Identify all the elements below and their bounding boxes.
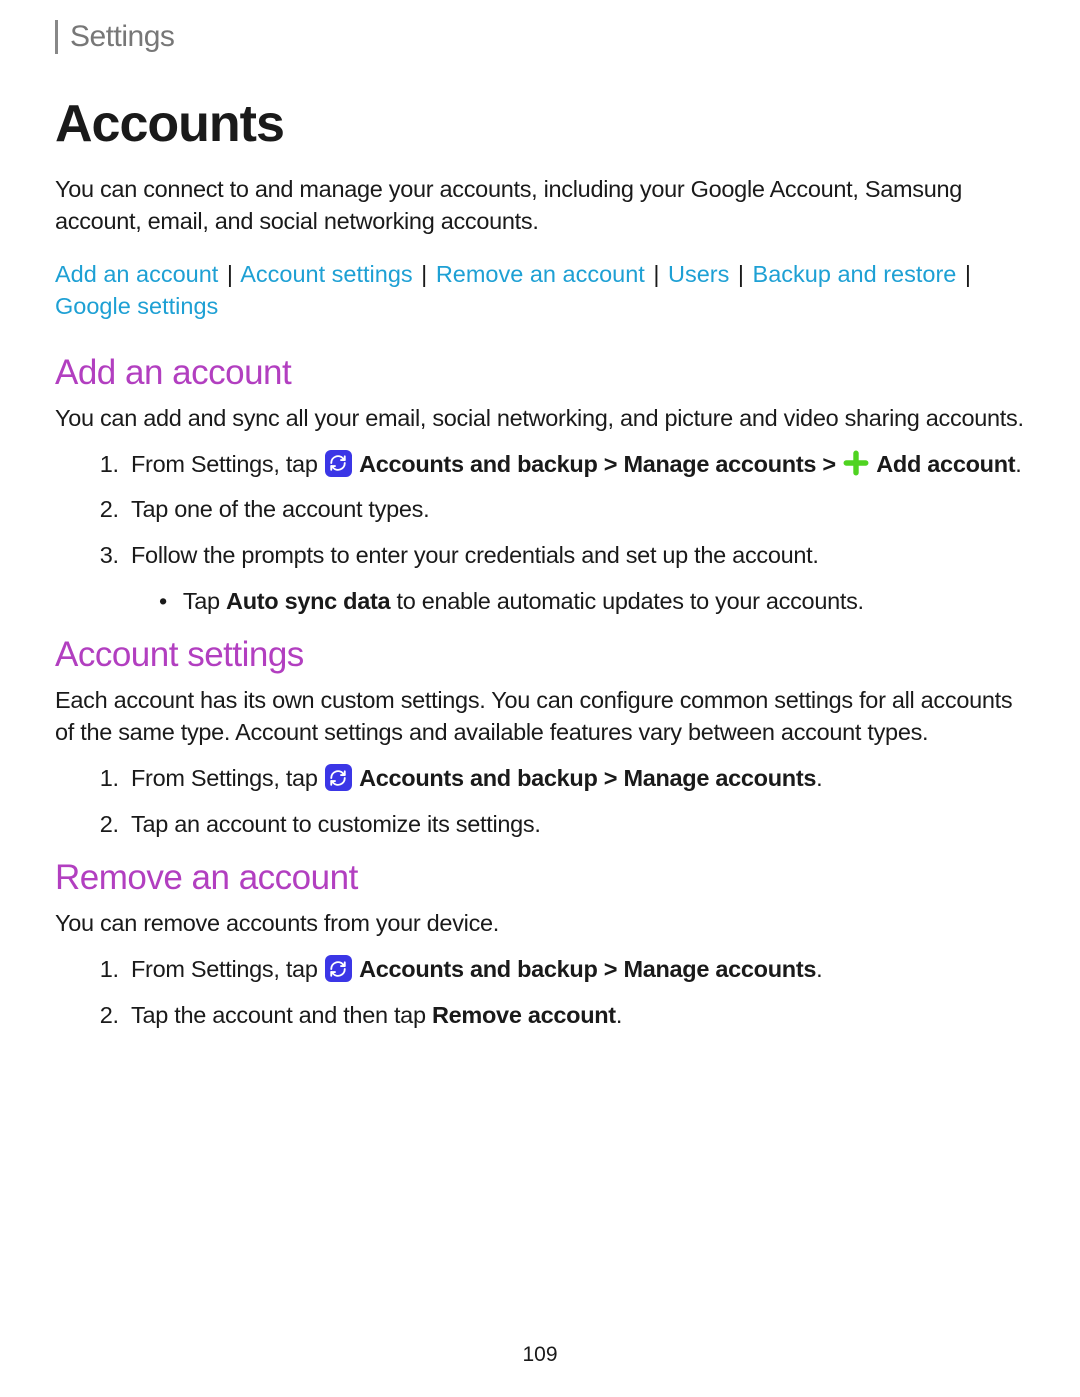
step-text: From Settings, tap bbox=[131, 765, 324, 791]
body-remove-account: You can remove accounts from your device… bbox=[55, 908, 1025, 940]
toc-separator: | bbox=[651, 261, 661, 287]
step-bold: Accounts and backup bbox=[359, 956, 597, 982]
toc-link-users[interactable]: Users bbox=[668, 261, 729, 287]
page-title: Accounts bbox=[55, 94, 1025, 154]
step-bold: Accounts and backup bbox=[359, 765, 597, 791]
step-bold: Manage accounts bbox=[623, 765, 816, 791]
step-sep: > bbox=[598, 451, 624, 477]
step-item: Tap one of the account types. bbox=[125, 494, 1025, 526]
steps-remove-account: From Settings, tap Accounts and backup >… bbox=[55, 954, 1025, 1031]
toc-link-add-account[interactable]: Add an account bbox=[55, 261, 218, 287]
sync-icon bbox=[325, 450, 352, 477]
intro-paragraph: You can connect to and manage your accou… bbox=[55, 174, 1025, 237]
body-add-account: You can add and sync all your email, soc… bbox=[55, 403, 1025, 435]
step-bold: Manage accounts bbox=[623, 451, 816, 477]
step-sep: > bbox=[598, 765, 624, 791]
step-text: Tap the account and then tap bbox=[131, 1002, 432, 1028]
breadcrumb: Settings bbox=[70, 20, 174, 53]
heading-account-settings: Account settings bbox=[55, 635, 1025, 675]
step-bold: Accounts and backup bbox=[359, 451, 597, 477]
substep-text: to enable automatic updates to your acco… bbox=[390, 588, 863, 614]
table-of-contents: Add an account | Account settings | Remo… bbox=[55, 259, 1025, 322]
step-sep: > bbox=[816, 451, 842, 477]
step-period: . bbox=[1015, 451, 1021, 477]
toc-separator: | bbox=[963, 261, 973, 287]
step-text: . bbox=[616, 1002, 622, 1028]
step-text: Follow the prompts to enter your credent… bbox=[131, 542, 819, 568]
body-account-settings: Each account has its own custom settings… bbox=[55, 685, 1025, 748]
toc-separator: | bbox=[225, 261, 235, 287]
step-bold: Add account bbox=[876, 451, 1015, 477]
toc-link-backup-restore[interactable]: Backup and restore bbox=[753, 261, 957, 287]
toc-separator: | bbox=[736, 261, 746, 287]
step-item: From Settings, tap Accounts and backup >… bbox=[125, 763, 1025, 795]
steps-account-settings: From Settings, tap Accounts and backup >… bbox=[55, 763, 1025, 840]
substep-bold: Auto sync data bbox=[226, 588, 390, 614]
sync-icon bbox=[325, 955, 352, 982]
step-period: . bbox=[816, 956, 822, 982]
step-item: From Settings, tap Accounts and backup >… bbox=[125, 449, 1025, 481]
heading-add-account: Add an account bbox=[55, 353, 1025, 393]
step-bold: Remove account bbox=[432, 1002, 616, 1028]
step-bold: Manage accounts bbox=[623, 956, 816, 982]
toc-link-account-settings[interactable]: Account settings bbox=[240, 261, 412, 287]
plus-icon bbox=[843, 450, 869, 476]
toc-link-google-settings[interactable]: Google settings bbox=[55, 293, 218, 319]
sync-icon bbox=[325, 764, 352, 791]
toc-separator: | bbox=[419, 261, 429, 287]
step-period: . bbox=[816, 765, 822, 791]
substeps: Tap Auto sync data to enable automatic u… bbox=[131, 586, 1025, 618]
page-number: 109 bbox=[0, 1343, 1080, 1367]
toc-link-remove-account[interactable]: Remove an account bbox=[436, 261, 645, 287]
breadcrumb-container: Settings bbox=[55, 20, 1025, 54]
substep-item: Tap Auto sync data to enable automatic u… bbox=[159, 586, 1025, 618]
substep-text: Tap bbox=[183, 588, 226, 614]
step-item: Follow the prompts to enter your credent… bbox=[125, 540, 1025, 617]
steps-add-account: From Settings, tap Accounts and backup >… bbox=[55, 449, 1025, 618]
step-sep: > bbox=[598, 956, 624, 982]
step-item: Tap the account and then tap Remove acco… bbox=[125, 1000, 1025, 1032]
step-item: Tap an account to customize its settings… bbox=[125, 809, 1025, 841]
step-item: From Settings, tap Accounts and backup >… bbox=[125, 954, 1025, 986]
heading-remove-account: Remove an account bbox=[55, 858, 1025, 898]
step-text: From Settings, tap bbox=[131, 451, 324, 477]
step-text: From Settings, tap bbox=[131, 956, 324, 982]
